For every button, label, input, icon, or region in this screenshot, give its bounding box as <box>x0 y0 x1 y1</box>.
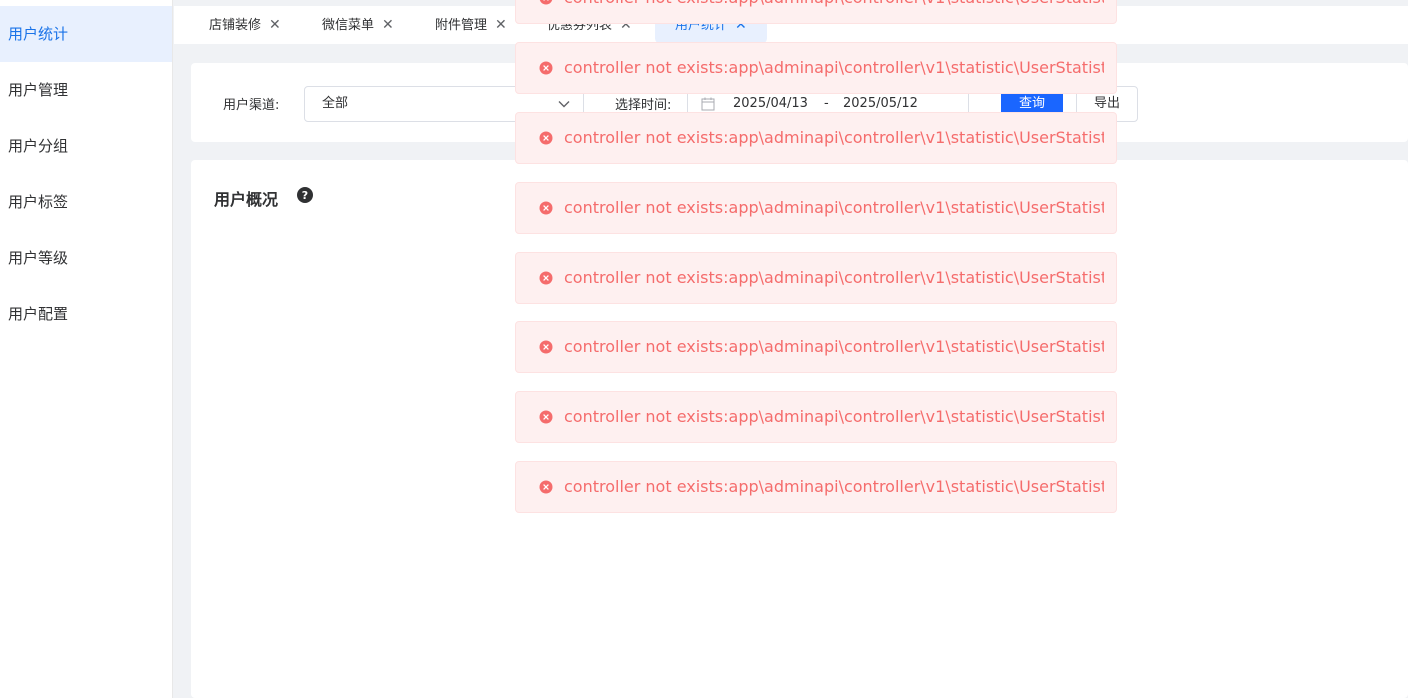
tab-attachment-management[interactable]: 附件管理 ✕ <box>435 6 507 44</box>
error-message-text: controller not exists:app\adminapi\contr… <box>564 477 1104 496</box>
close-icon[interactable]: ✕ <box>495 17 507 33</box>
error-message: controller not exists:app\adminapi\contr… <box>515 321 1117 373</box>
tab-label: 附件管理 <box>435 18 488 33</box>
chevron-down-icon <box>558 101 570 108</box>
error-message-text: controller not exists:app\adminapi\contr… <box>564 337 1104 356</box>
sidebar-item-user-levels[interactable]: 用户等级 <box>0 230 172 286</box>
error-circle-icon <box>539 0 553 5</box>
error-circle-icon <box>539 480 553 494</box>
error-message: controller not exists:app\adminapi\contr… <box>515 0 1117 24</box>
app-root: 用户统计 用户管理 用户分组 用户标签 用户等级 用户配置 店铺装修 ✕ 微信菜单… <box>0 0 1408 698</box>
error-message-text: controller not exists:app\adminapi\contr… <box>564 0 1104 23</box>
error-circle-icon <box>539 340 553 354</box>
tab-wechat-menu[interactable]: 微信菜单 ✕ <box>322 6 394 44</box>
error-message: controller not exists:app\adminapi\contr… <box>515 42 1117 94</box>
close-icon[interactable]: ✕ <box>382 17 394 33</box>
error-circle-icon <box>539 201 553 215</box>
error-circle-icon <box>539 61 553 75</box>
channel-label: 用户渠道: <box>223 98 280 113</box>
sidebar-item-user-management[interactable]: 用户管理 <box>0 62 172 118</box>
error-message: controller not exists:app\adminapi\contr… <box>515 252 1117 304</box>
tab-label: 店铺装修 <box>209 18 262 33</box>
sidebar: 用户统计 用户管理 用户分组 用户标签 用户等级 用户配置 <box>0 0 173 698</box>
error-message-text: controller not exists:app\adminapi\contr… <box>564 198 1104 217</box>
svg-text:?: ? <box>302 189 308 202</box>
error-message-text: controller not exists:app\adminapi\contr… <box>564 407 1104 426</box>
error-message: controller not exists:app\adminapi\contr… <box>515 112 1117 164</box>
error-message: controller not exists:app\adminapi\contr… <box>515 461 1117 513</box>
error-circle-icon <box>539 410 553 424</box>
error-message: controller not exists:app\adminapi\contr… <box>515 391 1117 443</box>
close-icon[interactable]: ✕ <box>269 17 281 33</box>
error-message-text: controller not exists:app\adminapi\contr… <box>564 268 1104 287</box>
question-circle-icon[interactable]: ? <box>297 187 313 203</box>
overview-title: 用户概况 <box>214 190 279 209</box>
error-message-text: controller not exists:app\adminapi\contr… <box>564 128 1104 147</box>
calendar-icon <box>701 97 715 111</box>
error-message-text: controller not exists:app\adminapi\contr… <box>564 58 1104 77</box>
sidebar-item-user-config[interactable]: 用户配置 <box>0 286 172 342</box>
error-message: controller not exists:app\adminapi\contr… <box>515 182 1117 234</box>
sidebar-item-user-tags[interactable]: 用户标签 <box>0 174 172 230</box>
tab-shop-decoration[interactable]: 店铺装修 ✕ <box>209 6 281 44</box>
channel-select-value: 全部 <box>322 96 349 111</box>
tab-label: 微信菜单 <box>322 18 375 33</box>
sidebar-item-user-statistics[interactable]: 用户统计 <box>0 6 172 62</box>
error-circle-icon <box>539 131 553 145</box>
sidebar-item-user-groups[interactable]: 用户分组 <box>0 118 172 174</box>
time-label: 选择时间: <box>615 98 672 113</box>
error-circle-icon <box>539 271 553 285</box>
